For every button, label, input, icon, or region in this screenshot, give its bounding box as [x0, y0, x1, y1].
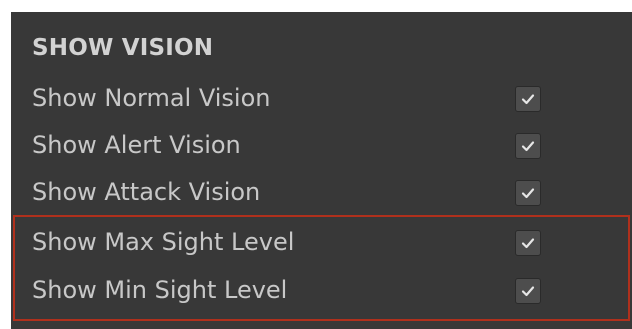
- show-alert-vision-checkbox[interactable]: [515, 133, 541, 159]
- show-max-sight-level-checkbox[interactable]: [515, 230, 541, 256]
- show-max-sight-level-label: Show Max Sight Level: [32, 228, 295, 256]
- checkmark-icon: [521, 94, 535, 105]
- row-show-max-sight-level: Show Max Sight Level: [11, 218, 632, 266]
- show-normal-vision-checkbox[interactable]: [515, 86, 541, 112]
- checkmark-icon: [521, 286, 535, 297]
- row-show-attack-vision: Show Attack Vision: [11, 168, 632, 216]
- show-alert-vision-label: Show Alert Vision: [32, 131, 241, 159]
- show-attack-vision-checkbox[interactable]: [515, 180, 541, 206]
- checkmark-icon: [521, 141, 535, 152]
- row-show-normal-vision: Show Normal Vision: [11, 74, 632, 122]
- show-min-sight-level-checkbox[interactable]: [515, 278, 541, 304]
- checkmark-icon: [521, 188, 535, 199]
- section-title: SHOW VISION: [32, 35, 214, 61]
- show-min-sight-level-label: Show Min Sight Level: [32, 276, 288, 304]
- row-show-min-sight-level: Show Min Sight Level: [11, 266, 632, 314]
- vision-settings-panel: SHOW VISION Show Normal Vision Show Aler…: [11, 12, 632, 329]
- checkmark-icon: [521, 238, 535, 249]
- show-normal-vision-label: Show Normal Vision: [32, 84, 271, 112]
- row-show-alert-vision: Show Alert Vision: [11, 121, 632, 169]
- show-attack-vision-label: Show Attack Vision: [32, 178, 261, 206]
